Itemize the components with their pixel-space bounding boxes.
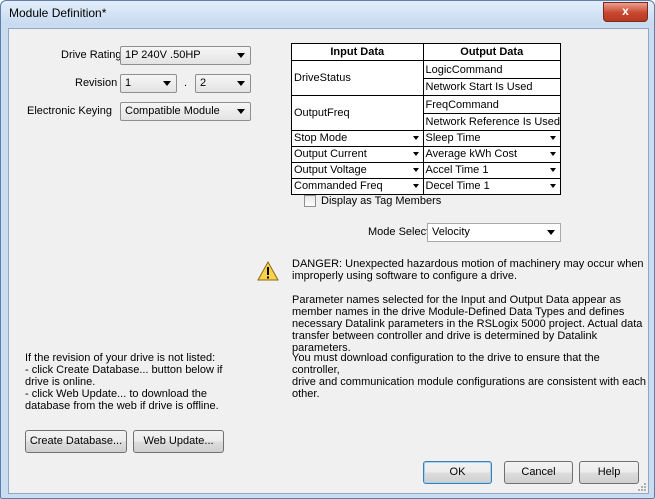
output-select-value: Sleep Time [425, 132, 481, 144]
close-icon: x [622, 4, 629, 18]
electronic-keying-value: Compatible Module [125, 105, 220, 117]
drive-rating-label: Drive Rating [61, 49, 122, 61]
table-row: Commanded Freq Decel Time 1 [291, 178, 561, 195]
table-row: OutputFreq FreqCommand Network Reference… [291, 95, 561, 131]
create-database-button[interactable]: Create Database... [25, 430, 127, 453]
table-row: DriveStatus LogicCommand Network Start I… [291, 60, 561, 96]
paragraph-line: improperly using software to configure a… [292, 270, 517, 282]
electronic-keying-label: Electronic Keying [27, 105, 112, 117]
paragraph-line: drive and communication module configura… [292, 376, 647, 388]
help-line: - click Web Update... to download the [25, 388, 208, 400]
mode-select-label: Mode Select [368, 226, 430, 238]
revision-minor-select[interactable]: 2 [195, 74, 251, 93]
chevron-down-icon [412, 136, 419, 140]
output-cell-line: Network Start Is Used [423, 77, 560, 95]
revision-help-text: If the revision of your drive is not lis… [25, 352, 222, 412]
paragraph-line: other. [292, 388, 320, 400]
paragraph-line: You must download configuration to the d… [292, 352, 600, 376]
paragraph-line: member names in the drive Module-Defined… [292, 306, 625, 318]
output-cell: FreqCommand Network Reference Is Used [422, 95, 561, 131]
web-update-button[interactable]: Web Update... [133, 430, 224, 453]
chevron-down-icon [163, 81, 171, 86]
title-bar[interactable]: Module Definition* x [1, 1, 654, 25]
output-select-value: Average kWh Cost [425, 148, 518, 160]
paragraph-line: transfer between controller and drive is… [292, 330, 598, 354]
input-select[interactable]: Stop Mode [291, 130, 424, 147]
cancel-button[interactable]: Cancel [504, 461, 573, 484]
chevron-down-icon [412, 168, 419, 172]
output-data-header: Output Data [422, 43, 561, 61]
revision-major-select[interactable]: 1 [120, 74, 177, 93]
input-select[interactable]: Commanded Freq [291, 178, 424, 195]
drive-rating-select[interactable]: 1P 240V .50HP [120, 46, 251, 65]
ok-button[interactable]: OK [423, 461, 492, 484]
revision-major-value: 1 [125, 77, 132, 89]
electronic-keying-select[interactable]: Compatible Module [120, 102, 251, 121]
module-definition-dialog: Module Definition* x Drive Rating 1P 240… [0, 0, 655, 499]
input-select-value: Output Current [294, 148, 367, 160]
download-paragraph: You must download configuration to the d… [292, 352, 648, 400]
revision-minor-value: 2 [200, 77, 207, 89]
input-cell: OutputFreq [291, 95, 424, 131]
help-line: - click Create Database... button below … [25, 364, 223, 376]
chevron-down-icon [237, 109, 245, 114]
chevron-down-icon [550, 184, 556, 188]
output-select[interactable]: Sleep Time [422, 130, 561, 147]
paragraph-line: DANGER: Unexpected hazardous motion of m… [292, 258, 644, 270]
paragraph-line: necessary Datalink parameters in the RSL… [292, 318, 643, 330]
datalink-table: Input Data Output Data DriveStatus Logic… [291, 43, 561, 195]
output-select[interactable]: Average kWh Cost [422, 146, 561, 163]
help-line: drive is online. [25, 376, 96, 388]
tag-members-checkbox[interactable] [304, 195, 316, 207]
dialog-body: Drive Rating 1P 240V .50HP Revision 1 . … [8, 28, 649, 494]
output-select-value: Accel Time 1 [425, 164, 489, 176]
help-line: If the revision of your drive is not lis… [25, 352, 216, 364]
chevron-down-icon [550, 168, 556, 172]
input-cell: DriveStatus [291, 60, 424, 96]
mode-select-value: Velocity [432, 226, 470, 238]
output-cell: LogicCommand Network Start Is Used [422, 60, 561, 96]
table-row: Stop Mode Sleep Time [291, 130, 561, 147]
drive-rating-value: 1P 240V .50HP [125, 49, 201, 61]
resize-grip-icon[interactable] [637, 482, 647, 492]
table-row: Output Voltage Accel Time 1 [291, 162, 561, 179]
help-button[interactable]: Help [579, 461, 639, 484]
chevron-down-icon [550, 152, 556, 156]
output-cell-line: Network Reference Is Used [423, 112, 560, 130]
input-select[interactable]: Output Current [291, 146, 424, 163]
parameter-names-paragraph: Parameter names selected for the Input a… [292, 294, 648, 354]
input-select[interactable]: Output Voltage [291, 162, 424, 179]
paragraph-line: Parameter names selected for the Input a… [292, 294, 621, 306]
output-select[interactable]: Accel Time 1 [422, 162, 561, 179]
input-data-header: Input Data [291, 43, 424, 61]
chevron-down-icon [237, 53, 245, 58]
warning-triangle-icon [257, 261, 279, 281]
danger-paragraph: DANGER: Unexpected hazardous motion of m… [292, 258, 644, 282]
input-select-value: Commanded Freq [294, 180, 383, 192]
chevron-down-icon [237, 81, 245, 86]
chevron-down-icon [547, 230, 555, 235]
output-select[interactable]: Decel Time 1 [422, 178, 561, 195]
output-cell-line: LogicCommand [425, 63, 503, 76]
table-row: Output Current Average kWh Cost [291, 146, 561, 163]
output-cell-line: FreqCommand [425, 98, 499, 111]
mode-select[interactable]: Velocity [427, 223, 561, 242]
help-line: database from the web if drive is offlin… [25, 400, 219, 412]
dialog-title: Module Definition* [9, 6, 107, 20]
chevron-down-icon [550, 136, 556, 140]
chevron-down-icon [412, 152, 419, 156]
output-select-value: Decel Time 1 [425, 180, 490, 192]
close-button[interactable]: x [603, 2, 648, 22]
revision-separator: . [184, 77, 188, 89]
input-select-value: Stop Mode [294, 132, 348, 144]
chevron-down-icon [412, 184, 419, 188]
tag-members-label[interactable]: Display as Tag Members [321, 195, 441, 207]
input-select-value: Output Voltage [294, 164, 367, 176]
revision-label: Revision [75, 77, 118, 89]
